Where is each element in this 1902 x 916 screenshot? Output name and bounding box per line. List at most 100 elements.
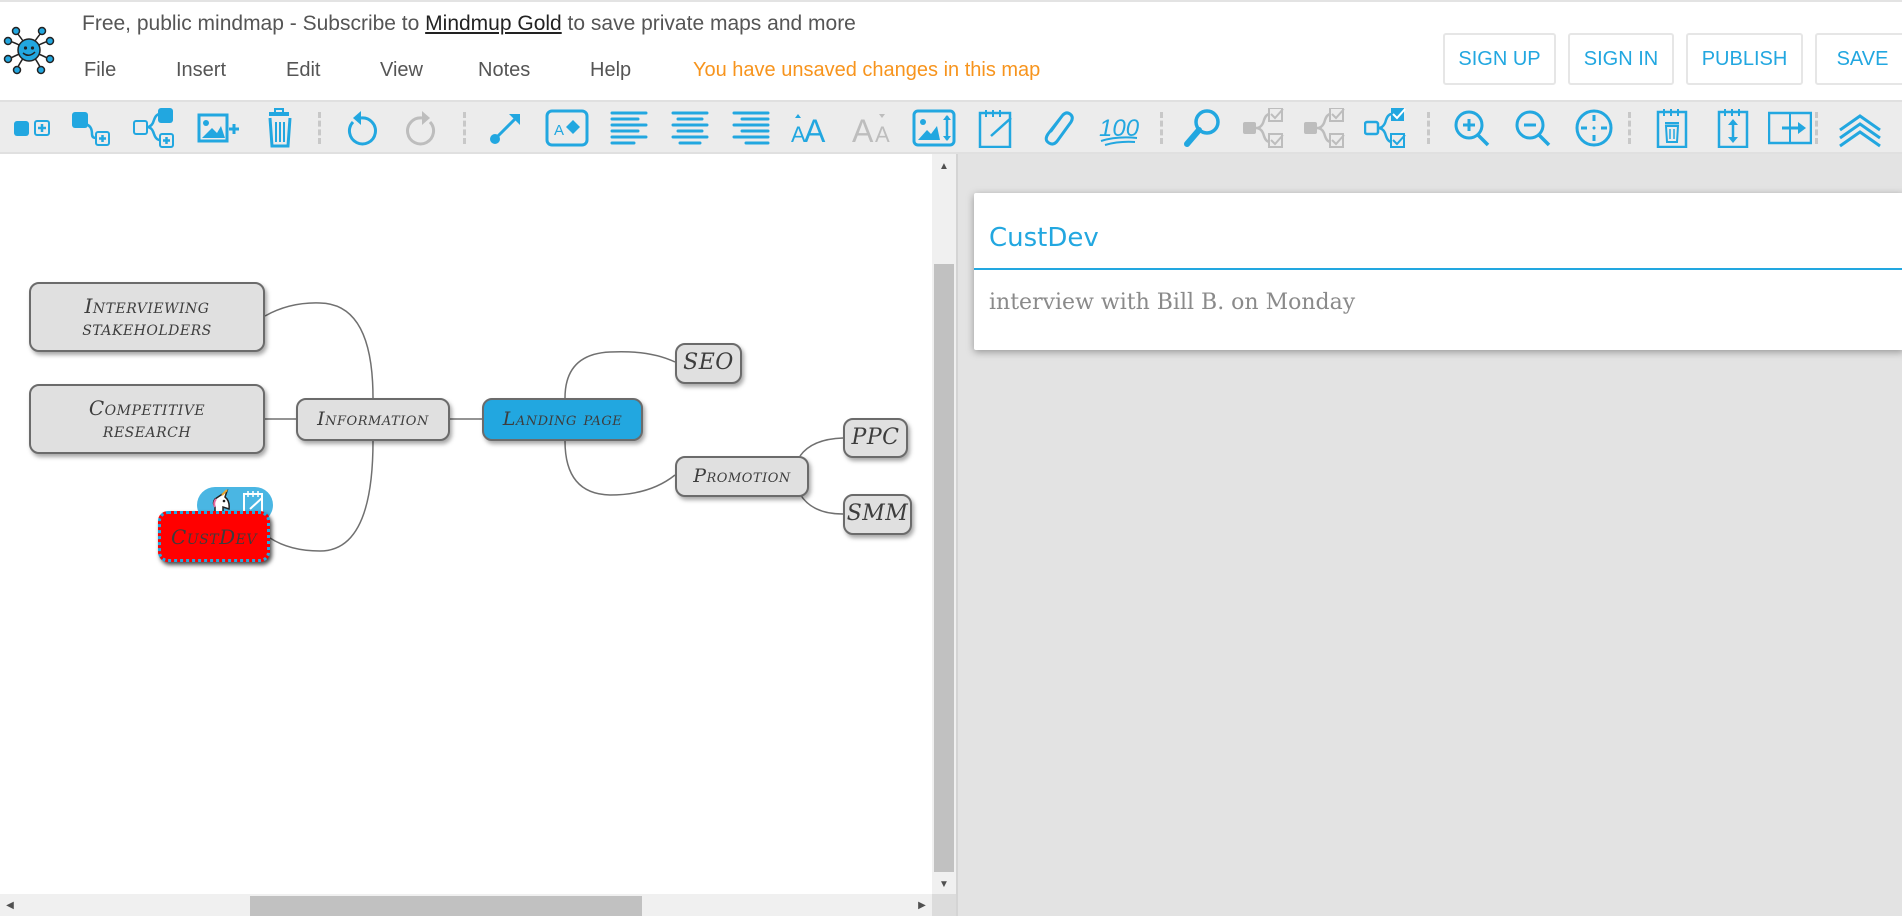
node-seo[interactable]: SEO [675, 343, 742, 384]
add-sibling-icon [14, 120, 50, 136]
increase-font-button[interactable]: AA [790, 108, 834, 148]
add-sibling-button[interactable] [11, 108, 55, 148]
menu-notes[interactable]: Notes [478, 59, 590, 82]
scroll-up-arrow-icon[interactable]: ▲ [932, 156, 956, 176]
toolbar-separator [1815, 112, 1818, 144]
increase-font-icon: AA [791, 113, 826, 148]
align-left-button[interactable] [607, 108, 651, 148]
scroll-down-arrow-icon[interactable]: ▼ [932, 874, 956, 894]
sign-in-button[interactable]: SIGN IN [1568, 33, 1674, 85]
menu-edit[interactable]: Edit [286, 59, 380, 82]
reset-view-icon [1575, 109, 1613, 147]
top-border [0, 0, 1902, 2]
progress-checked-icon [1243, 108, 1284, 148]
node-ppc[interactable]: PPC [843, 418, 908, 458]
add-child-button[interactable] [68, 108, 112, 148]
horizontal-scroll-thumb[interactable] [250, 896, 642, 916]
align-center-button[interactable] [668, 108, 712, 148]
zoom-out-button[interactable] [1511, 108, 1555, 148]
node-label: Interviewing stakeholders [82, 294, 212, 340]
emoji-100-icon: 100 [1099, 115, 1140, 146]
toolbar: A AA AA 100 [0, 100, 1902, 154]
svg-text:A: A [804, 113, 826, 148]
main-menu: File Insert Edit View Notes Help [84, 59, 650, 82]
search-icon [1184, 109, 1220, 147]
node-information[interactable]: Information [296, 398, 450, 441]
mindmup-logo-icon[interactable] [2, 22, 56, 78]
node-competitive-research[interactable]: Competitive research [29, 384, 265, 454]
redo-icon [406, 111, 435, 146]
publish-button[interactable]: PUBLISH [1686, 33, 1803, 85]
menu-view[interactable]: View [380, 59, 478, 82]
delete-note-icon [1656, 109, 1688, 148]
menu-help[interactable]: Help [590, 59, 650, 82]
node-interviewing-stakeholders[interactable]: Interviewing stakeholders [29, 282, 265, 352]
node-style-button[interactable]: A [545, 108, 589, 148]
redo-button[interactable] [400, 108, 444, 148]
edit-note-icon [978, 110, 1012, 148]
node-label: PPC [851, 424, 900, 450]
toolbar-separator [463, 112, 466, 144]
connector-promotion-ppc [799, 437, 844, 457]
progress-checked-button[interactable] [1242, 108, 1286, 148]
edit-note-button[interactable] [975, 108, 1019, 148]
node-label: Competitive research [88, 396, 206, 442]
progress-unchecked-button[interactable] [1303, 108, 1347, 148]
attachment-button[interactable] [1036, 108, 1080, 148]
align-center-icon [671, 111, 709, 145]
zoom-in-icon [1454, 110, 1490, 147]
mindmup-gold-link[interactable]: Mindmup Gold [425, 12, 562, 35]
toolbar-separator [318, 112, 321, 144]
note-title: CustDev [989, 223, 1099, 253]
decrease-font-button[interactable]: AA [851, 108, 895, 148]
node-style-icon: A [545, 109, 589, 147]
node-label: Information [317, 408, 429, 431]
insert-parent-icon [133, 108, 174, 148]
node-label: Promotion [693, 465, 791, 488]
toolbar-separator [1628, 112, 1631, 144]
progress-tracking-button[interactable] [1364, 108, 1408, 148]
vertical-scroll-thumb[interactable] [934, 264, 954, 872]
delete-note-button[interactable] [1650, 108, 1694, 148]
node-promotion[interactable]: Promotion [675, 456, 809, 497]
connector-information-interviewing [264, 302, 374, 399]
menu-insert[interactable]: Insert [176, 59, 286, 82]
delete-button[interactable] [258, 108, 302, 148]
node-label: SEO [683, 350, 734, 376]
note-title-underline [974, 268, 1902, 270]
vertical-scrollbar[interactable]: ▲ ▼ [932, 154, 956, 894]
horizontal-scrollbar[interactable]: ◀ ▶ [0, 894, 932, 916]
attachment-icon [1044, 111, 1074, 146]
zoom-in-button[interactable] [1450, 108, 1494, 148]
image-size-button[interactable] [912, 108, 956, 148]
sign-up-button[interactable]: SIGN UP [1443, 33, 1556, 85]
search-button[interactable] [1181, 108, 1225, 148]
scroll-right-arrow-icon[interactable]: ▶ [912, 894, 932, 916]
unsaved-changes-message: You have unsaved changes in this map [693, 59, 1041, 81]
node-custdev-selected[interactable]: CustDev [158, 511, 270, 562]
mindmap-canvas[interactable]: Interviewing stakeholders Competitive re… [0, 154, 932, 894]
add-image-icon [197, 113, 239, 143]
node-landing-page-root[interactable]: Landing page [482, 398, 643, 441]
emoji-button[interactable]: 100 [1097, 108, 1141, 148]
progress-tracking-icon [1364, 108, 1406, 148]
menu-file[interactable]: File [84, 59, 176, 82]
align-right-button[interactable] [729, 108, 773, 148]
node-smm[interactable]: SMM [843, 494, 912, 535]
resize-note-button[interactable] [1711, 108, 1755, 148]
toolbar-separator [1160, 112, 1163, 144]
note-body-editor[interactable]: interview with Bill B. on Monday [989, 290, 1355, 315]
insert-parent-button[interactable] [132, 108, 176, 148]
add-link-button[interactable] [484, 108, 528, 148]
svg-text:A: A [852, 113, 874, 148]
mindmup-app: Free, public mindmap - Subscribe to Mind… [0, 0, 1902, 916]
split-view-button[interactable] [1768, 108, 1812, 148]
save-button[interactable]: SAVE [1815, 33, 1902, 85]
progress-unchecked-icon [1304, 108, 1345, 148]
collapse-toolbar-button[interactable] [1838, 108, 1882, 148]
undo-button[interactable] [339, 108, 383, 148]
add-image-button[interactable] [196, 108, 240, 148]
reset-view-button[interactable] [1572, 108, 1616, 148]
scroll-left-arrow-icon[interactable]: ◀ [0, 894, 20, 916]
notes-panel: CustDev interview with Bill B. on Monday [958, 154, 1902, 916]
